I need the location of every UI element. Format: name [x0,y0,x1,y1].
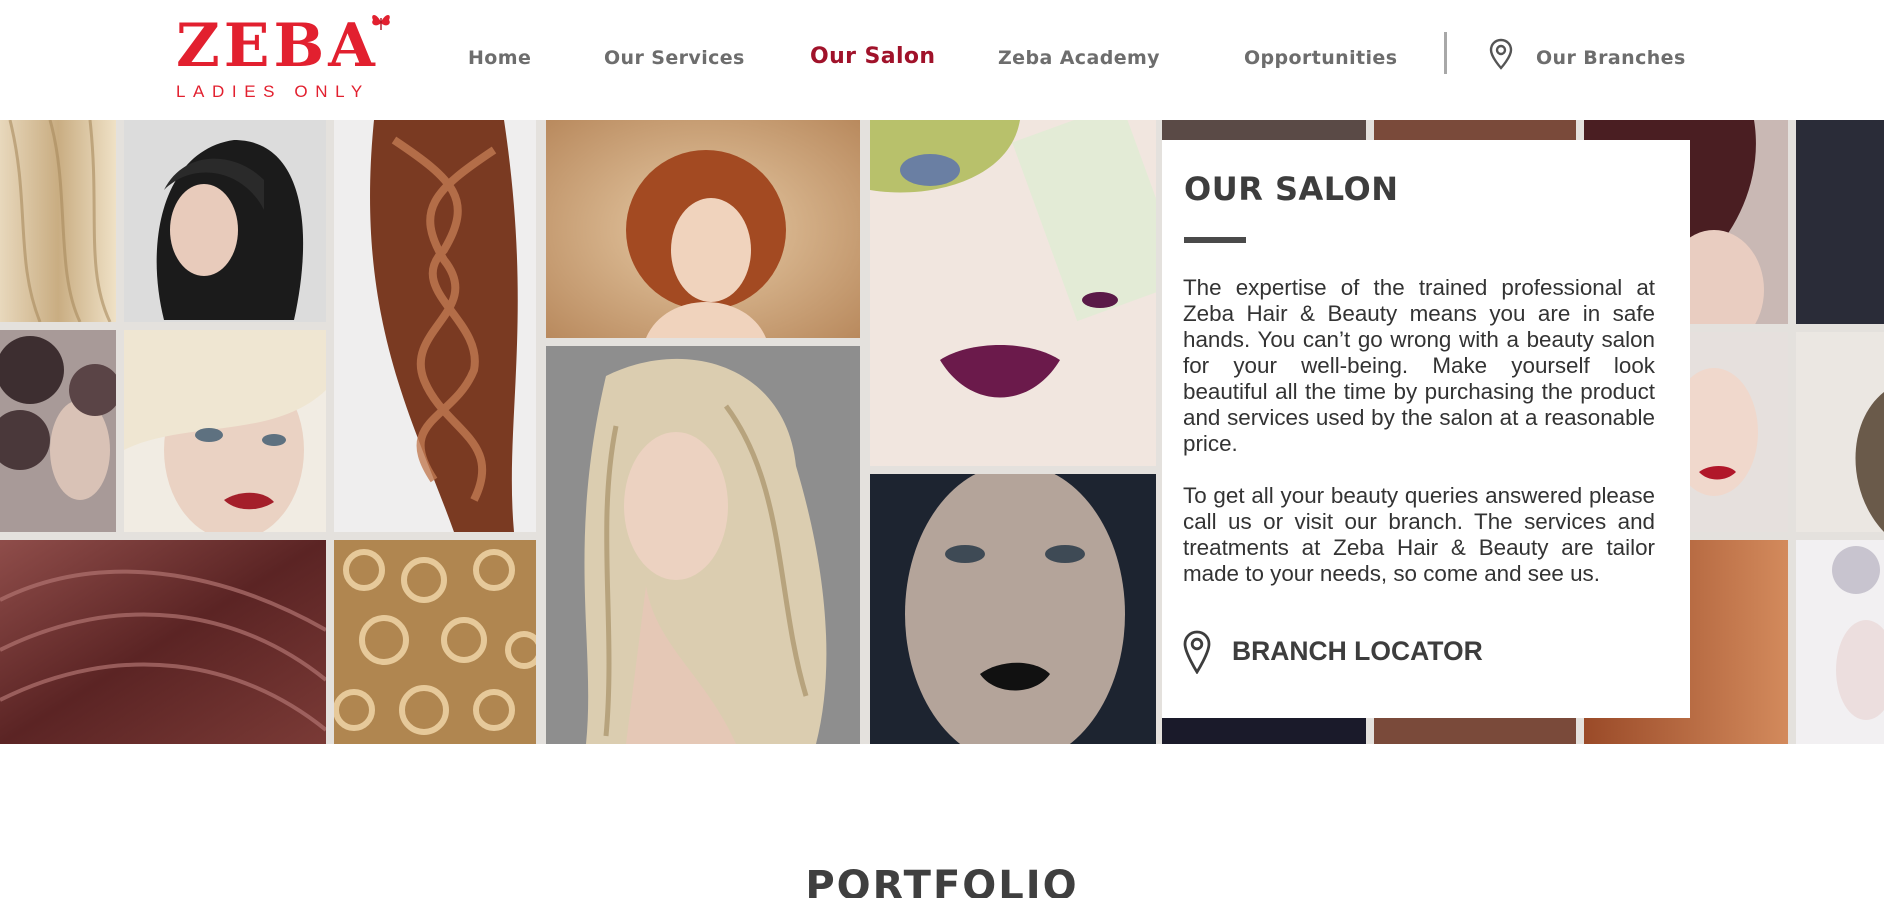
photo-dark-curls [0,330,116,532]
photo-freckled-face [870,474,1156,744]
location-pin-icon [1183,630,1211,674]
nav-zeba-academy[interactable]: Zeba Academy [998,44,1160,72]
photo-dark-portrait [1796,120,1884,324]
title-underline [1184,237,1246,243]
photo-curly-red-hair [546,120,860,338]
photo-black-bob [124,120,326,322]
site-header: ZEBA LADIES ONLY Home Our Services Our S… [0,0,1884,120]
zeba-logo[interactable]: ZEBA LADIES ONLY [174,12,394,102]
photo-copper-braid [334,120,536,532]
card-title: OUR SALON [1184,170,1399,208]
logo-wordmark: ZEBA [176,11,379,81]
location-pin-icon[interactable] [1488,38,1514,70]
photo-blonde-hair [0,120,116,322]
photo-silver-headpiece [1796,540,1884,744]
photo-burgundy-hair [0,540,326,744]
card-paragraph-1: The expertise of the trained professiona… [1183,275,1655,456]
photo-platinum-fringe [124,330,326,532]
nav-opportunities[interactable]: Opportunities [1244,44,1397,72]
photo-platinum-waves [546,346,860,744]
photo-purple-lips [870,120,1156,466]
nav-our-branches[interactable]: Our Branches [1536,44,1686,72]
nav-divider [1444,32,1447,74]
butterfly-icon [372,15,390,30]
photo-light-portrait [1796,332,1884,532]
nav-home[interactable]: Home [468,44,531,72]
branch-locator-label: BRANCH LOCATOR [1232,636,1483,666]
nav-our-services[interactable]: Our Services [604,44,745,72]
our-salon-card: OUR SALON The expertise of the trained p… [1162,140,1690,718]
card-paragraph-2: To get all your beauty queries answered … [1183,483,1655,586]
nav-our-salon[interactable]: Our Salon [810,43,935,71]
logo-tagline: LADIES ONLY [176,82,370,101]
photo-blonde-curls [334,540,536,744]
portfolio-heading: PORTFOLIO [805,863,1079,898]
